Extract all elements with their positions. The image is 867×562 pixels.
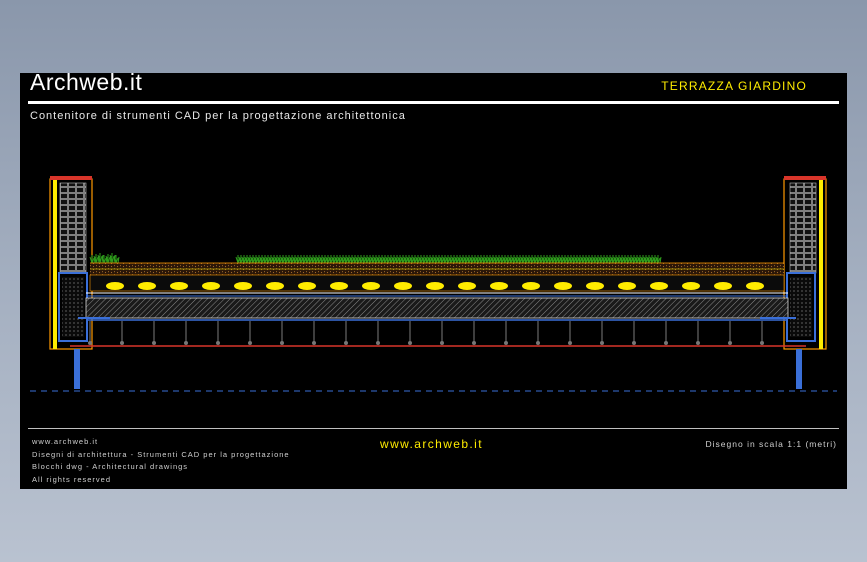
ceiling-joists <box>88 321 764 345</box>
scale-note: Disegno in scala 1:1 (metri) <box>705 439 837 449</box>
footer-credits: www.archweb.it Disegni di architettura -… <box>32 436 290 486</box>
right-parapet <box>783 176 827 389</box>
footer-line[interactable]: www.archweb.it <box>32 436 290 449</box>
footer-line: All rights reserved <box>32 474 112 484</box>
footer-line: Disegni di architettura - Strumenti CAD … <box>32 449 290 459</box>
footer-rule <box>28 428 839 429</box>
drainage-elements <box>106 282 764 290</box>
roof-garden-section <box>30 176 837 392</box>
structural-slab <box>85 297 789 319</box>
footer-line: Blocchi dwg - Architectural drawings <box>32 462 189 471</box>
drawing-sheet: Archweb.it TERRAZZA GIARDINO Contenitore… <box>20 69 847 489</box>
left-parapet <box>49 176 93 389</box>
footer-url-link[interactable]: www.archweb.it <box>380 437 483 451</box>
